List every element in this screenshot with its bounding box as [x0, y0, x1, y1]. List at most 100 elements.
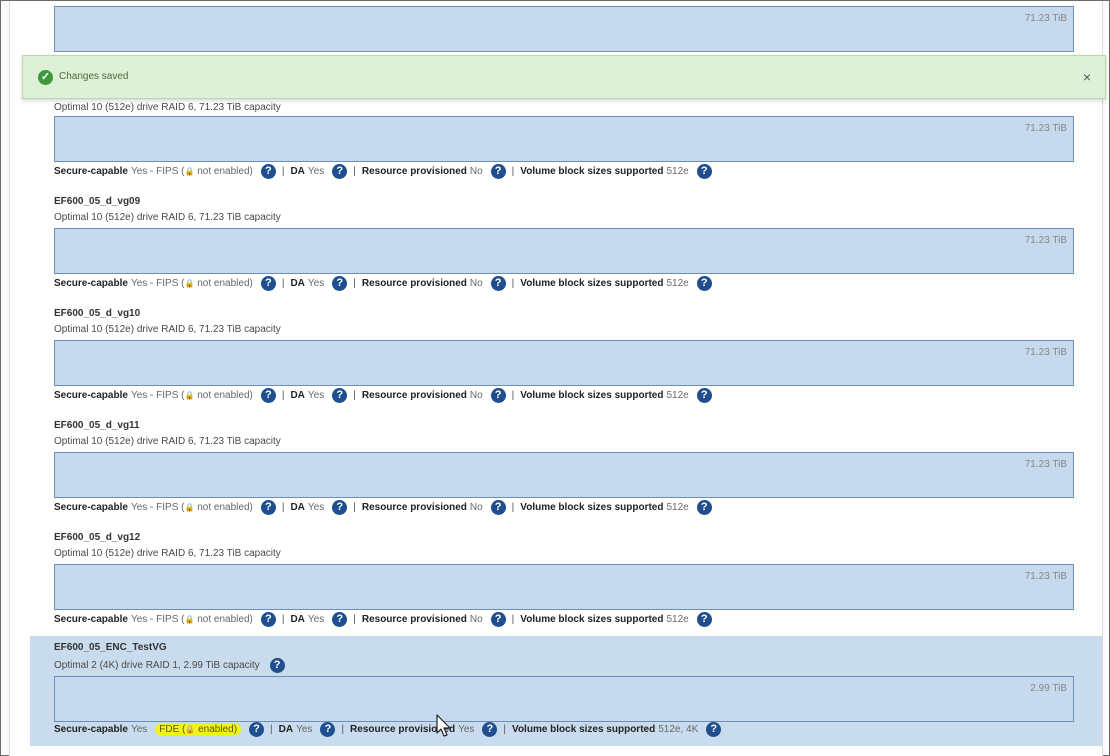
volume-group[interactable]: EF600_05_d_vg10 Optimal 10 (512e) drive … — [30, 306, 1102, 412]
da-value: Yes — [307, 278, 325, 289]
volume-group-selected[interactable]: EF600_05_ENC_TestVG Optimal 2 (4K) drive… — [30, 636, 1102, 746]
help-icon[interactable]: ? — [260, 388, 276, 403]
help-icon[interactable]: ? — [332, 164, 348, 179]
vbs-value: 512e — [666, 278, 689, 289]
help-icon[interactable]: ? — [490, 276, 506, 291]
lock-icon: 🔒 — [185, 725, 196, 734]
secure-label: Secure-capable — [54, 166, 128, 177]
close-icon[interactable]: × — [1083, 69, 1091, 85]
volume-group[interactable]: EF600_05_d_vg09 Optimal 10 (512e) drive … — [30, 194, 1102, 300]
group-title: EF600_05_d_vg11 — [54, 420, 140, 431]
help-icon[interactable]: ? — [320, 722, 336, 737]
help-icon[interactable]: ? — [269, 658, 285, 673]
help-icon[interactable]: ? — [260, 276, 276, 291]
vbs-label: Volume block sizes supported — [520, 390, 664, 401]
lock-icon: 🔒 — [184, 391, 195, 400]
toast-message: Changes saved — [59, 71, 129, 82]
da-value: Yes — [307, 166, 325, 177]
secure-label: Secure-capable — [54, 724, 128, 735]
secure-value: Yes - FIPS (🔒 not enabled) — [130, 166, 253, 177]
da-label: DA — [290, 614, 305, 625]
volume-group[interactable]: Optimal 10 (512e) drive RAID 6, 71.23 Ti… — [30, 98, 1102, 188]
help-icon[interactable]: ? — [260, 500, 276, 515]
vbs-value: 512e — [666, 614, 689, 625]
lock-icon: 🔒 — [184, 615, 195, 624]
help-icon[interactable]: ? — [490, 500, 506, 515]
volume-group[interactable]: 71.23 TiB — [30, 0, 1102, 55]
mouse-cursor-icon — [436, 714, 451, 737]
capacity-bar[interactable]: 71.23 TiB — [54, 6, 1074, 52]
help-icon[interactable]: ? — [696, 276, 712, 291]
help-icon[interactable]: ? — [332, 388, 348, 403]
group-properties: Secure-capable Yes - FIPS (🔒 not enabled… — [54, 500, 712, 515]
lock-icon: 🔒 — [184, 503, 195, 512]
group-title: EF600_05_d_vg09 — [54, 196, 141, 207]
help-icon[interactable]: ? — [696, 612, 712, 627]
secure-value: Yes - FIPS (🔒 not enabled) — [130, 614, 253, 625]
help-icon[interactable]: ? — [696, 388, 712, 403]
vbs-label: Volume block sizes supported — [520, 278, 664, 289]
check-circle-icon: ✓ — [38, 70, 53, 85]
rp-label: Resource provisioned — [361, 278, 467, 289]
secure-label: Secure-capable — [54, 278, 128, 289]
help-icon[interactable]: ? — [490, 164, 506, 179]
da-label: DA — [290, 390, 305, 401]
help-icon[interactable]: ? — [706, 722, 722, 737]
help-icon[interactable]: ? — [260, 612, 276, 627]
da-value: Yes — [296, 724, 313, 735]
group-properties: Secure-capable Yes - FIPS (🔒 not enabled… — [54, 388, 712, 403]
vbs-label: Volume block sizes supported — [512, 724, 656, 735]
help-icon[interactable]: ? — [490, 612, 506, 627]
capacity-label: 71.23 TiB — [1024, 123, 1067, 134]
help-icon[interactable]: ? — [696, 500, 712, 515]
help-icon[interactable]: ? — [249, 722, 265, 737]
da-value: Yes — [307, 390, 325, 401]
rp-value: No — [469, 390, 483, 401]
help-icon[interactable]: ? — [482, 722, 498, 737]
group-properties: Secure-capable Yes - FIPS (🔒 not enabled… — [54, 612, 712, 627]
capacity-bar[interactable]: 71.23 TiB — [54, 564, 1074, 610]
capacity-bar[interactable]: 71.23 TiB — [54, 116, 1074, 162]
capacity-label: 2.99 TiB — [1030, 683, 1067, 694]
secure-value: Yes - FIPS (🔒 not enabled) — [130, 278, 253, 289]
rp-value: No — [469, 278, 483, 289]
volume-group[interactable]: EF600_05_d_vg11 Optimal 10 (512e) drive … — [30, 418, 1102, 524]
vbs-label: Volume block sizes supported — [520, 166, 664, 177]
secure-label: Secure-capable — [54, 502, 128, 513]
vbs-value: 512e — [666, 166, 689, 177]
da-value: Yes — [307, 614, 325, 625]
capacity-label: 71.23 TiB — [1024, 13, 1067, 24]
secure-label: Secure-capable — [54, 390, 128, 401]
rp-label: Resource provisioned — [361, 390, 467, 401]
help-icon[interactable]: ? — [332, 276, 348, 291]
help-icon[interactable]: ? — [332, 612, 348, 627]
capacity-label: 71.23 TiB — [1024, 235, 1067, 246]
success-toast: ✓ Changes saved × — [22, 55, 1106, 99]
help-icon[interactable]: ? — [696, 164, 712, 179]
rp-value: Yes — [458, 724, 475, 735]
da-label: DA — [290, 278, 305, 289]
rp-value: No — [469, 614, 483, 625]
capacity-bar[interactable]: 2.99 TiB — [54, 676, 1074, 722]
capacity-bar[interactable]: 71.23 TiB — [54, 228, 1074, 274]
rp-label: Resource provisioned — [361, 614, 467, 625]
help-icon[interactable]: ? — [332, 500, 348, 515]
rp-value: No — [469, 502, 483, 513]
group-subtitle: Optimal 10 (512e) drive RAID 6, 71.23 Ti… — [54, 102, 281, 113]
vbs-label: Volume block sizes supported — [520, 502, 664, 513]
capacity-bar[interactable]: 71.23 TiB — [54, 340, 1074, 386]
group-title: EF600_05_d_vg12 — [54, 532, 141, 543]
rp-label: Resource provisioned — [361, 502, 467, 513]
help-icon[interactable]: ? — [260, 164, 276, 179]
secure-value: Yes - FIPS (🔒 not enabled) — [130, 502, 253, 513]
vbs-label: Volume block sizes supported — [520, 614, 664, 625]
group-properties: Secure-capable Yes - FIPS (🔒 not enabled… — [54, 276, 712, 291]
secure-label: Secure-capable — [54, 614, 128, 625]
volume-group[interactable]: EF600_05_d_vg12 Optimal 10 (512e) drive … — [30, 530, 1102, 636]
help-icon[interactable]: ? — [490, 388, 506, 403]
vbs-value: 512e, 4K — [658, 724, 699, 735]
fde-status-highlight: FDE (🔒 enabled) — [155, 724, 242, 735]
rp-value: No — [469, 166, 483, 177]
capacity-bar[interactable]: 71.23 TiB — [54, 452, 1074, 498]
group-subtitle: Optimal 10 (512e) drive RAID 6, 71.23 Ti… — [54, 548, 281, 559]
